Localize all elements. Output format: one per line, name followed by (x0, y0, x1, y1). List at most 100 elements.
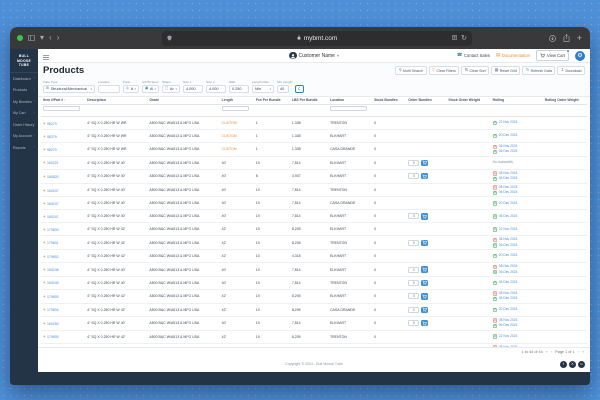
item-link[interactable]: 179800 (47, 228, 59, 232)
item-link[interactable]: 160250 (47, 322, 59, 326)
item-link[interactable]: 98279 (47, 122, 57, 126)
sidebar-item-order-history[interactable]: Order History › (10, 119, 38, 131)
column-header-rowt[interactable]: Rolling Order Weight (542, 97, 587, 105)
column-header-loc[interactable]: Location (328, 97, 373, 105)
first-page-icon[interactable]: « (546, 350, 548, 354)
rolling-date[interactable]: 0 06 Dec 2024 (492, 190, 541, 195)
linkedin-icon[interactable]: in (578, 360, 585, 368)
order-qty-input[interactable] (408, 173, 420, 180)
column-header-order[interactable]: Order Bundles (406, 97, 447, 105)
item-link[interactable]: 160820 (47, 175, 59, 179)
shield-icon[interactable] (167, 35, 172, 41)
filter-astm-spec-control[interactable]: ▣All▾ (142, 85, 159, 93)
expand-plus-icon[interactable]: + (43, 321, 45, 326)
rolling-date[interactable]: 0 06 Dec 2024 (492, 296, 541, 302)
order-qty-input[interactable] (408, 213, 420, 220)
clear-filters-button[interactable]: ▽ Clear Filters (428, 66, 460, 75)
item-link[interactable]: 179804 (47, 308, 59, 312)
rolling-date[interactable]: 0 06 Dec 2024 (492, 280, 541, 286)
filter-tube-type-control[interactable]: ⊞ Structural/Mechanical ▾ (43, 85, 95, 93)
expand-plus-icon[interactable]: + (43, 294, 45, 299)
prev-page-icon[interactable]: ‹ (551, 350, 552, 354)
customer-menu[interactable]: Customer Name ▾ (289, 51, 339, 60)
item-link[interactable]: 179801 (47, 241, 59, 245)
order-qty-input[interactable] (408, 239, 420, 246)
rolling-date[interactable]: 0 22 Nov 2024 (492, 227, 541, 232)
column-header-desc[interactable]: Description (85, 97, 148, 105)
refresh-data-button[interactable]: ↻ Refresh Data (522, 66, 556, 75)
x-twitter-icon[interactable]: X (569, 360, 576, 368)
sidebar-toggle-icon[interactable] (28, 35, 35, 41)
expand-plus-icon[interactable]: + (43, 134, 45, 139)
reload-icon[interactable]: ↻ (461, 34, 467, 42)
item-link[interactable]: 98279 (47, 148, 57, 152)
menu-icon[interactable] (43, 47, 49, 65)
add-to-cart-button[interactable] (420, 159, 429, 167)
item-link[interactable]: 179803 (47, 295, 59, 299)
expand-plus-icon[interactable]: + (43, 121, 45, 126)
order-qty-input[interactable] (408, 266, 420, 273)
downloads-icon[interactable] (548, 29, 556, 47)
settings-button[interactable]: ⚙ (575, 50, 585, 61)
filter-min-length-input[interactable] (277, 85, 289, 93)
column-header-lbs[interactable]: LBS Per Bundle (289, 97, 328, 105)
add-to-cart-button[interactable] (420, 266, 429, 273)
contact-sales-link[interactable]: ☎ Contact Sales (457, 53, 490, 58)
rolling-date[interactable]: 0 20 Dec 2024 (492, 201, 541, 206)
reset-grid-button[interactable]: ▦ Reset Grid (491, 66, 521, 75)
order-qty-input[interactable] (408, 306, 420, 313)
expand-plus-icon[interactable]: + (43, 267, 45, 272)
filter-size-1-input[interactable] (183, 85, 203, 93)
forward-icon[interactable]: › (57, 34, 60, 42)
expand-plus-icon[interactable]: + (43, 201, 45, 206)
rolling-date[interactable]: 0 06 Dec 2024 (492, 323, 541, 329)
view-cart-button[interactable]: View Cart (535, 49, 570, 61)
add-to-cart-button[interactable] (420, 279, 429, 287)
item-link[interactable]: 160247 (47, 215, 59, 219)
translate-icon[interactable] (452, 34, 458, 42)
clear-sort-button[interactable]: ⇅ Clear Sort (461, 66, 490, 75)
rolling-date[interactable]: 0 22 Nov 2024 (492, 334, 541, 339)
rolling-date[interactable]: 0 22 Nov 2024 (492, 120, 541, 126)
add-to-cart-button[interactable] (420, 172, 429, 180)
add-to-cart-button[interactable] (420, 319, 429, 327)
column-header-grade[interactable]: Grade (147, 97, 220, 105)
order-qty-input[interactable] (408, 279, 420, 286)
filter-wall-input[interactable] (229, 85, 249, 93)
order-qty-input[interactable] (408, 159, 420, 166)
order-qty-input[interactable] (408, 320, 420, 327)
expand-plus-icon[interactable]: + (43, 334, 45, 339)
rolling-date[interactable]: 0 20 Dec 2024 (492, 253, 541, 259)
sidebar-item-products[interactable]: Products › (10, 84, 38, 96)
sidebar-item-my-account[interactable]: My Account › (10, 130, 38, 142)
filter-shape-control[interactable]: ▢Any▾ (162, 85, 180, 93)
filter-parts-control[interactable]: ◎All▾ (123, 85, 139, 93)
rolling-date[interactable]: 0 06 Dec 2024 (492, 214, 541, 219)
rolling-date[interactable]: 0 06 Dec 2024 (492, 270, 541, 275)
column-filter-input[interactable] (43, 105, 80, 112)
rolling-date[interactable]: 0 06 Dec 2024 (492, 243, 541, 248)
sidebar-item-my-bundles[interactable]: My Bundles › (10, 96, 38, 108)
item-link[interactable]: 160247 (47, 189, 59, 193)
column-header-pcs[interactable]: Pcs Per Bundle (253, 97, 290, 105)
documentation-link[interactable]: ▤ Documentation (496, 53, 530, 58)
column-header-rolling[interactable]: Rolling (490, 97, 543, 105)
item-link[interactable]: 179802 (47, 255, 59, 259)
add-to-cart-button[interactable] (420, 239, 429, 247)
column-filter-input[interactable] (221, 105, 250, 112)
item-link[interactable]: 160249 (47, 281, 59, 285)
item-link[interactable]: 160221 (47, 161, 59, 165)
item-link[interactable]: 160248 (47, 268, 59, 272)
add-to-cart-button[interactable] (420, 293, 429, 300)
window-control-green[interactable] (17, 35, 23, 41)
item-link[interactable]: 160247 (47, 202, 59, 206)
column-filter-input[interactable] (330, 105, 367, 112)
address-bar[interactable]: mybmt.com ↻ (162, 30, 472, 46)
column-header-sow[interactable]: Stock Order Weight (446, 97, 491, 105)
filter-size-2-input[interactable] (206, 85, 226, 93)
rolling-date[interactable]: 0 06 Dec 2024 (492, 149, 541, 155)
sidebar-item-dashboard[interactable]: Dashboard › (10, 73, 38, 85)
next-page-icon[interactable]: › (578, 350, 579, 354)
filter-location-input[interactable] (98, 85, 120, 93)
sidebar-item-reports[interactable]: Reports › (10, 142, 38, 154)
